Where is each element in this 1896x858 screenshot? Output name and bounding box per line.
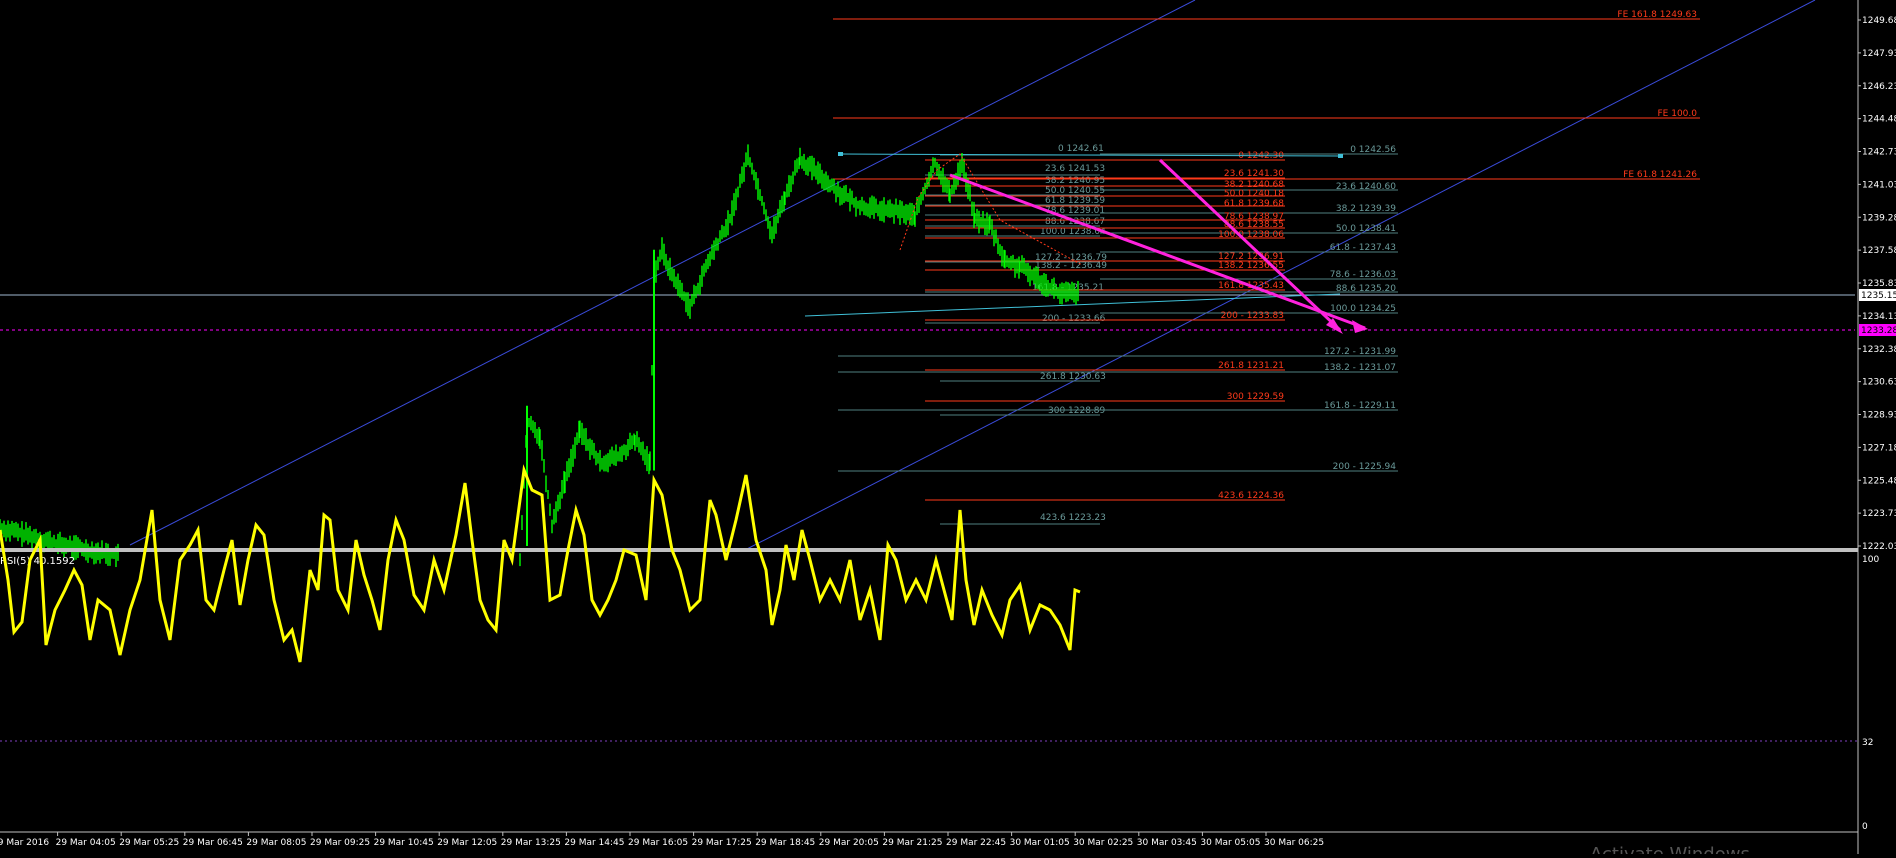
rsi-level-0: 0 [1862,822,1868,832]
rsi-label: RSI(5) 40.1592 [0,556,75,567]
time-tick-label: 29 Mar 05:25 [119,838,179,848]
time-tick-label: 30 Mar 05:05 [1200,838,1260,848]
fib-b-0: 0 1242.56 [1350,145,1396,155]
cyan-handle-left[interactable] [838,152,843,156]
background [0,0,1896,854]
price-tick-label: 1232.38 [1862,345,1896,355]
time-tick-label: 29 Mar 13:25 [501,838,561,848]
time-tick-label: 29 Mar 21:25 [882,838,942,848]
trading-chart[interactable]: FE 161.8 1249.63 FE 100.0 FE 61.8 1241.2… [0,0,1896,858]
fib-a-4236: 423.6 1223.23 [1040,513,1106,523]
time-tick-label: 29 Mar 16:05 [628,838,688,848]
fe-1618-label: FE 161.8 1249.63 [1617,10,1697,20]
price-tick-label: 1235.83 [1862,279,1896,289]
fib-a-200: 200 - 1233.66 [1042,314,1106,324]
price-tick-label: 1247.93 [1862,49,1896,59]
fib-a-0: 0 1242.61 [1058,144,1104,154]
time-tick-label: 29 Mar 04:05 [56,838,116,848]
fib-red-200: 200 - 1233.83 [1221,311,1284,321]
time-tick-label: 29 Mar 18:45 [755,838,815,848]
time-tick-label: 29 Mar 22:45 [946,838,1006,848]
fib-b-886: 88.6 1235.20 [1336,284,1396,294]
time-tick-label: 30 Mar 02:25 [1073,838,1133,848]
current-price-label: 1233.28 [1861,326,1896,336]
price-tick-label: 1241.03 [1862,180,1896,190]
fib-red-300: 300 1229.59 [1227,392,1285,402]
fe-618-label: FE 61.8 1241.26 [1623,170,1697,180]
fib-b-382: 38.2 1239.39 [1336,204,1396,214]
fib-b-500: 50.0 1238.41 [1336,224,1396,234]
fib-red-236: 23.6 1241.30 [1224,169,1284,179]
rsi-level-100: 100 [1862,555,1879,565]
fib-b-1618: 161.8 - 1229.11 [1324,401,1396,411]
fib-a-236: 23.6 1241.53 [1045,164,1105,174]
time-tick-label: 29 Mar 09:25 [310,838,370,848]
fib-b-1272: 127.2 - 1231.99 [1324,347,1396,357]
cyan-handle-right[interactable] [1338,154,1343,158]
price-tick-label: 1228.93 [1862,411,1896,421]
time-tick-label: 29 Mar 10:45 [374,838,434,848]
fib-red-4236: 423.6 1224.36 [1218,491,1284,501]
rsi-level-32: 32 [1862,738,1873,748]
price-tick-label: 1222.03 [1862,542,1896,552]
fib-a-618: 61.8 1239.59 [1045,196,1105,206]
panel-separator[interactable] [0,548,1858,552]
fib-b-786: 78.6 - 1236.03 [1330,270,1396,280]
fib-a-300: 300 1228.89 [1048,406,1106,416]
time-tick-label: 29 Mar 14:45 [564,838,624,848]
fib-b-618: 61.8 - 1237.43 [1330,243,1396,253]
fib-red-500: 50.0 1240.18 [1224,189,1284,199]
time-tick-label: 29 Mar 08:05 [246,838,306,848]
price-tick-label: 1234.13 [1862,312,1896,322]
fib-a-2618: 261.8 1230.63 [1040,372,1106,382]
price-tick-label: 1249.68 [1862,16,1896,26]
fib-red-618: 61.8 1239.68 [1224,199,1284,209]
time-tick-label: 29 Mar 20:05 [819,838,879,848]
fib-red-1000: 100.0 1238.06 [1218,230,1284,240]
price-tick-label: 1225.48 [1862,476,1896,486]
price-tick-label: 1239.28 [1862,213,1896,223]
price-tick-label: 1230.63 [1862,378,1896,388]
watermark-text: Activate Windows [1590,844,1750,854]
price-tick-label: 1227.18 [1862,443,1896,453]
fe-100-label: FE 100.0 [1658,109,1698,119]
chart-canvas[interactable]: FE 161.8 1249.63 FE 100.0 FE 61.8 1241.2… [0,0,1896,858]
time-tick-label: 30 Mar 01:05 [1010,838,1070,848]
price-tick-label: 1246.23 [1862,82,1896,92]
time-tick-label: 29 Mar 06:45 [183,838,243,848]
fib-b-236: 23.6 1240.60 [1336,182,1396,192]
fib-b-1000: 100.0 1234.25 [1330,304,1396,314]
time-tick-label: 29 Mar 2016 [0,838,49,848]
time-tick-label: 30 Mar 03:45 [1137,838,1197,848]
price-tick-label: 1223.73 [1862,509,1896,519]
price-tick-label: 1244.48 [1862,115,1896,125]
price-tick-label: 1242.73 [1862,148,1896,158]
time-tick-label: 29 Mar 12:05 [437,838,497,848]
price-tick-label: 1237.58 [1862,246,1896,256]
fib-a-500: 50.0 1240.55 [1045,186,1105,196]
fib-red-2618: 261.8 1231.21 [1218,361,1284,371]
time-tick-label: 29 Mar 17:25 [692,838,752,848]
price-marker-label: 1235.15 [1861,291,1896,301]
fib-b-200: 200 - 1225.94 [1333,462,1397,472]
time-tick-label: 30 Mar 06:25 [1264,838,1324,848]
fib-b-1382: 138.2 - 1231.07 [1324,363,1396,373]
